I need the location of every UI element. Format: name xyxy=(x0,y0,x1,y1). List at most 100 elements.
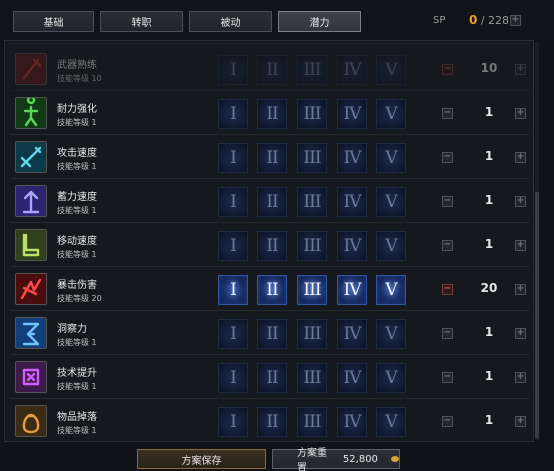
skill-level-text: 技能等级 1 xyxy=(57,162,97,171)
tier-4-button[interactable]: IV xyxy=(337,55,367,85)
increase-button[interactable]: + xyxy=(515,196,526,207)
save-preset-button[interactable]: 方案保存 xyxy=(137,449,266,469)
sp-current: 0 xyxy=(469,13,478,27)
reset-preset-button[interactable]: 方案重置 52,800 xyxy=(272,448,400,471)
decrease-button[interactable]: − xyxy=(442,372,453,383)
skill-row: 移动速度 技能等级 1 I II III IV V −1 + xyxy=(11,224,529,267)
tier-4-button[interactable]: IV xyxy=(337,187,367,217)
tier-2-button[interactable]: II xyxy=(257,319,287,349)
tab-job[interactable]: 转职 xyxy=(100,11,183,32)
tab-potential[interactable]: 潜力 xyxy=(278,11,361,32)
skill-name: 耐力强化 xyxy=(57,104,97,115)
skill-name: 武器熟练 xyxy=(57,60,97,71)
tier-5-button[interactable]: V xyxy=(376,99,406,129)
skill-points-value: 20 xyxy=(480,281,498,295)
tier-4-button[interactable]: IV xyxy=(337,275,367,305)
skill-row: 耐力强化 技能等级 1 I II III IV V −1 + xyxy=(11,92,529,135)
tab-basic[interactable]: 基础 xyxy=(13,11,94,32)
increase-button[interactable]: + xyxy=(515,108,526,119)
tier-1-button[interactable]: I xyxy=(218,319,248,349)
tab-passive[interactable]: 被动 xyxy=(189,11,272,32)
skill-row: 攻击速度 技能等级 1 I II III IV V −1 + xyxy=(11,136,529,179)
tier-5-button[interactable]: V xyxy=(376,363,406,393)
tier-5-button[interactable]: V xyxy=(376,319,406,349)
tier-1-button[interactable]: I xyxy=(218,143,248,173)
tier-2-button[interactable]: II xyxy=(257,275,287,305)
tier-3-button[interactable]: III xyxy=(297,55,327,85)
decrease-button[interactable]: − xyxy=(442,196,453,207)
reset-cost: 52,800 xyxy=(342,453,378,465)
tech-icon xyxy=(15,361,47,393)
tier-2-button[interactable]: II xyxy=(257,187,287,217)
increase-button[interactable]: + xyxy=(515,240,526,251)
tier-3-button[interactable]: III xyxy=(297,143,327,173)
tier-4-button[interactable]: IV xyxy=(337,99,367,129)
tier-1-button[interactable]: I xyxy=(218,55,248,85)
skill-name: 攻击速度 xyxy=(57,148,97,159)
tier-4-button[interactable]: IV xyxy=(337,231,367,261)
tier-5-button[interactable]: V xyxy=(376,143,406,173)
tier-1-button[interactable]: I xyxy=(218,407,248,437)
skill-level-text: 技能等级 1 xyxy=(57,206,97,215)
sp-plus-button[interactable]: + xyxy=(510,15,521,26)
tier-1-button[interactable]: I xyxy=(218,363,248,393)
skill-list-panel: 武器熟练 技能等级 10 I II III IV V −10 + 耐力强化 技能等级 1 I II III… xyxy=(4,40,534,442)
scrollbar-thumb[interactable] xyxy=(535,192,539,438)
tier-3-button[interactable]: III xyxy=(297,231,327,261)
increase-button[interactable]: + xyxy=(515,328,526,339)
tier-5-button[interactable]: V xyxy=(376,275,406,305)
figure-icon xyxy=(15,97,47,129)
tier-1-button[interactable]: I xyxy=(218,231,248,261)
tier-3-button[interactable]: III xyxy=(297,319,327,349)
skill-level-text: 技能等级 1 xyxy=(57,426,97,435)
tier-5-button[interactable]: V xyxy=(376,55,406,85)
decrease-button[interactable]: − xyxy=(442,240,453,251)
tier-3-button[interactable]: III xyxy=(297,187,327,217)
reset-preset-label: 方案重置 xyxy=(297,448,327,471)
skill-points-value: 1 xyxy=(484,237,494,251)
tier-2-button[interactable]: II xyxy=(257,407,287,437)
skill-level-text: 技能等级 1 xyxy=(57,118,97,127)
sp-label: SP xyxy=(433,15,446,26)
tier-3-button[interactable]: III xyxy=(297,275,327,305)
tier-5-button[interactable]: V xyxy=(376,231,406,261)
decrease-button[interactable]: − xyxy=(442,152,453,163)
tier-5-button[interactable]: V xyxy=(376,407,406,437)
decrease-button[interactable]: − xyxy=(442,416,453,427)
tier-4-button[interactable]: IV xyxy=(337,143,367,173)
tier-2-button[interactable]: II xyxy=(257,143,287,173)
decrease-button[interactable]: − xyxy=(442,108,453,119)
tier-2-button[interactable]: II xyxy=(257,363,287,393)
skill-name: 技术提升 xyxy=(57,368,97,379)
skill-points-value: 1 xyxy=(484,105,494,119)
scrollbar[interactable] xyxy=(535,42,539,440)
decrease-button[interactable]: − xyxy=(442,284,453,295)
tier-1-button[interactable]: I xyxy=(218,99,248,129)
tier-3-button[interactable]: III xyxy=(297,363,327,393)
increase-button[interactable]: + xyxy=(515,284,526,295)
skill-level-text: 技能等级 20 xyxy=(57,294,102,303)
tier-2-button[interactable]: II xyxy=(257,55,287,85)
skill-level-text: 技能等级 1 xyxy=(57,250,97,259)
tier-2-button[interactable]: II xyxy=(257,99,287,129)
tier-3-button[interactable]: III xyxy=(297,99,327,129)
skill-level-text: 技能等级 1 xyxy=(57,338,97,347)
skill-level-text: 技能等级 1 xyxy=(57,382,97,391)
tier-1-button[interactable]: I xyxy=(218,187,248,217)
crit-icon xyxy=(15,273,47,305)
tier-5-button[interactable]: V xyxy=(376,187,406,217)
increase-button[interactable]: + xyxy=(515,64,526,75)
tier-3-button[interactable]: III xyxy=(297,407,327,437)
tier-1-button[interactable]: I xyxy=(218,275,248,305)
tier-4-button[interactable]: IV xyxy=(337,407,367,437)
tier-4-button[interactable]: IV xyxy=(337,363,367,393)
tier-4-button[interactable]: IV xyxy=(337,319,367,349)
decrease-button[interactable]: − xyxy=(442,328,453,339)
increase-button[interactable]: + xyxy=(515,416,526,427)
decrease-button[interactable]: − xyxy=(442,64,453,75)
tier-2-button[interactable]: II xyxy=(257,231,287,261)
loot-bag-icon xyxy=(15,405,47,437)
increase-button[interactable]: + xyxy=(515,152,526,163)
increase-button[interactable]: + xyxy=(515,372,526,383)
skill-row: 物品掉落 技能等级 1 I II III IV V −1 + xyxy=(11,400,529,441)
